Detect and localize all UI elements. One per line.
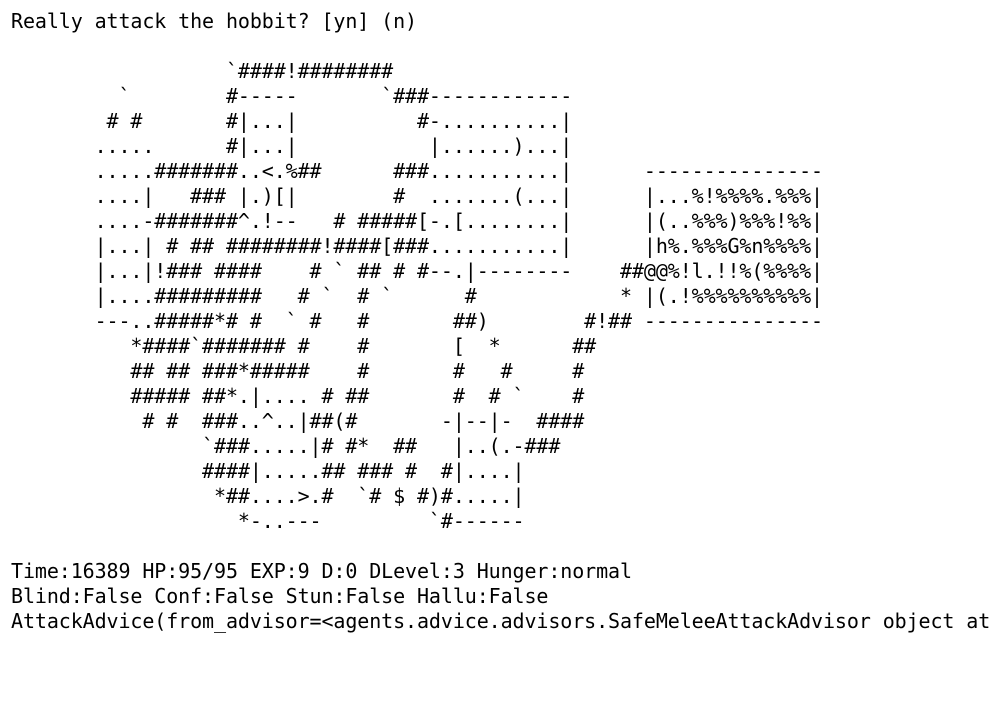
map-row: *##....>.# `# $ #)#.....|	[11, 484, 525, 508]
status-line-advice: AttackAdvice(from_advisor=<agents.advice…	[11, 609, 991, 633]
map-row: ####|.....## ### # #|....|	[11, 459, 525, 483]
terminal-screen: Really attack the hobbit? [yn] (n) `####…	[11, 9, 1000, 634]
map-row: # # ###..^..|##(# -|--|- ####	[11, 409, 585, 433]
map-row: `####!########	[11, 59, 394, 83]
map-row: *-..--- `#------	[11, 509, 525, 533]
prompt-message: Really attack the hobbit? [yn] (n)	[11, 9, 417, 33]
status-line-stats: Time:16389 HP:95/95 EXP:9 D:0 DLevel:3 H…	[11, 559, 632, 583]
map-row: |...| # ## ########!####[###...........|…	[11, 234, 824, 258]
map-row: ##### ##*.|.... # ## # # ` #	[11, 384, 585, 408]
map-row: ..... #|...| |......)...|	[11, 134, 573, 158]
map-row: *####`####### # # [ * ##	[11, 334, 597, 358]
map-row: .....#######..<.%## ###...........| ----…	[11, 159, 824, 183]
map-row: ## ## ###*##### # # # #	[11, 359, 585, 383]
map-row: ` #----- `###------------	[11, 84, 573, 108]
map-row: |....######### # ` # ` # * |(.!%%%%%%%%%…	[11, 284, 824, 308]
status-area: Time:16389 HP:95/95 EXP:9 D:0 DLevel:3 H…	[11, 559, 1000, 634]
dungeon-map: `####!######## ` #----- `###------------…	[11, 59, 1000, 534]
map-row: # # #|...| #-..........|	[11, 109, 573, 133]
map-row: `###.....|# #* ## |..(.-###	[11, 434, 561, 458]
status-line-conditions: Blind:False Conf:False Stun:False Hallu:…	[11, 584, 549, 608]
map-row: ....| ### |.)[| # .......(...| |...%!%%%…	[11, 184, 824, 208]
map-row: ---..#####*# # ` # # ##) #!## ----------…	[11, 309, 824, 333]
map-row: ....-#######^.!-- # #####[-.[........| |…	[11, 209, 824, 233]
map-row: |...|!### #### # ` ## # #--.|-------- ##…	[11, 259, 824, 283]
